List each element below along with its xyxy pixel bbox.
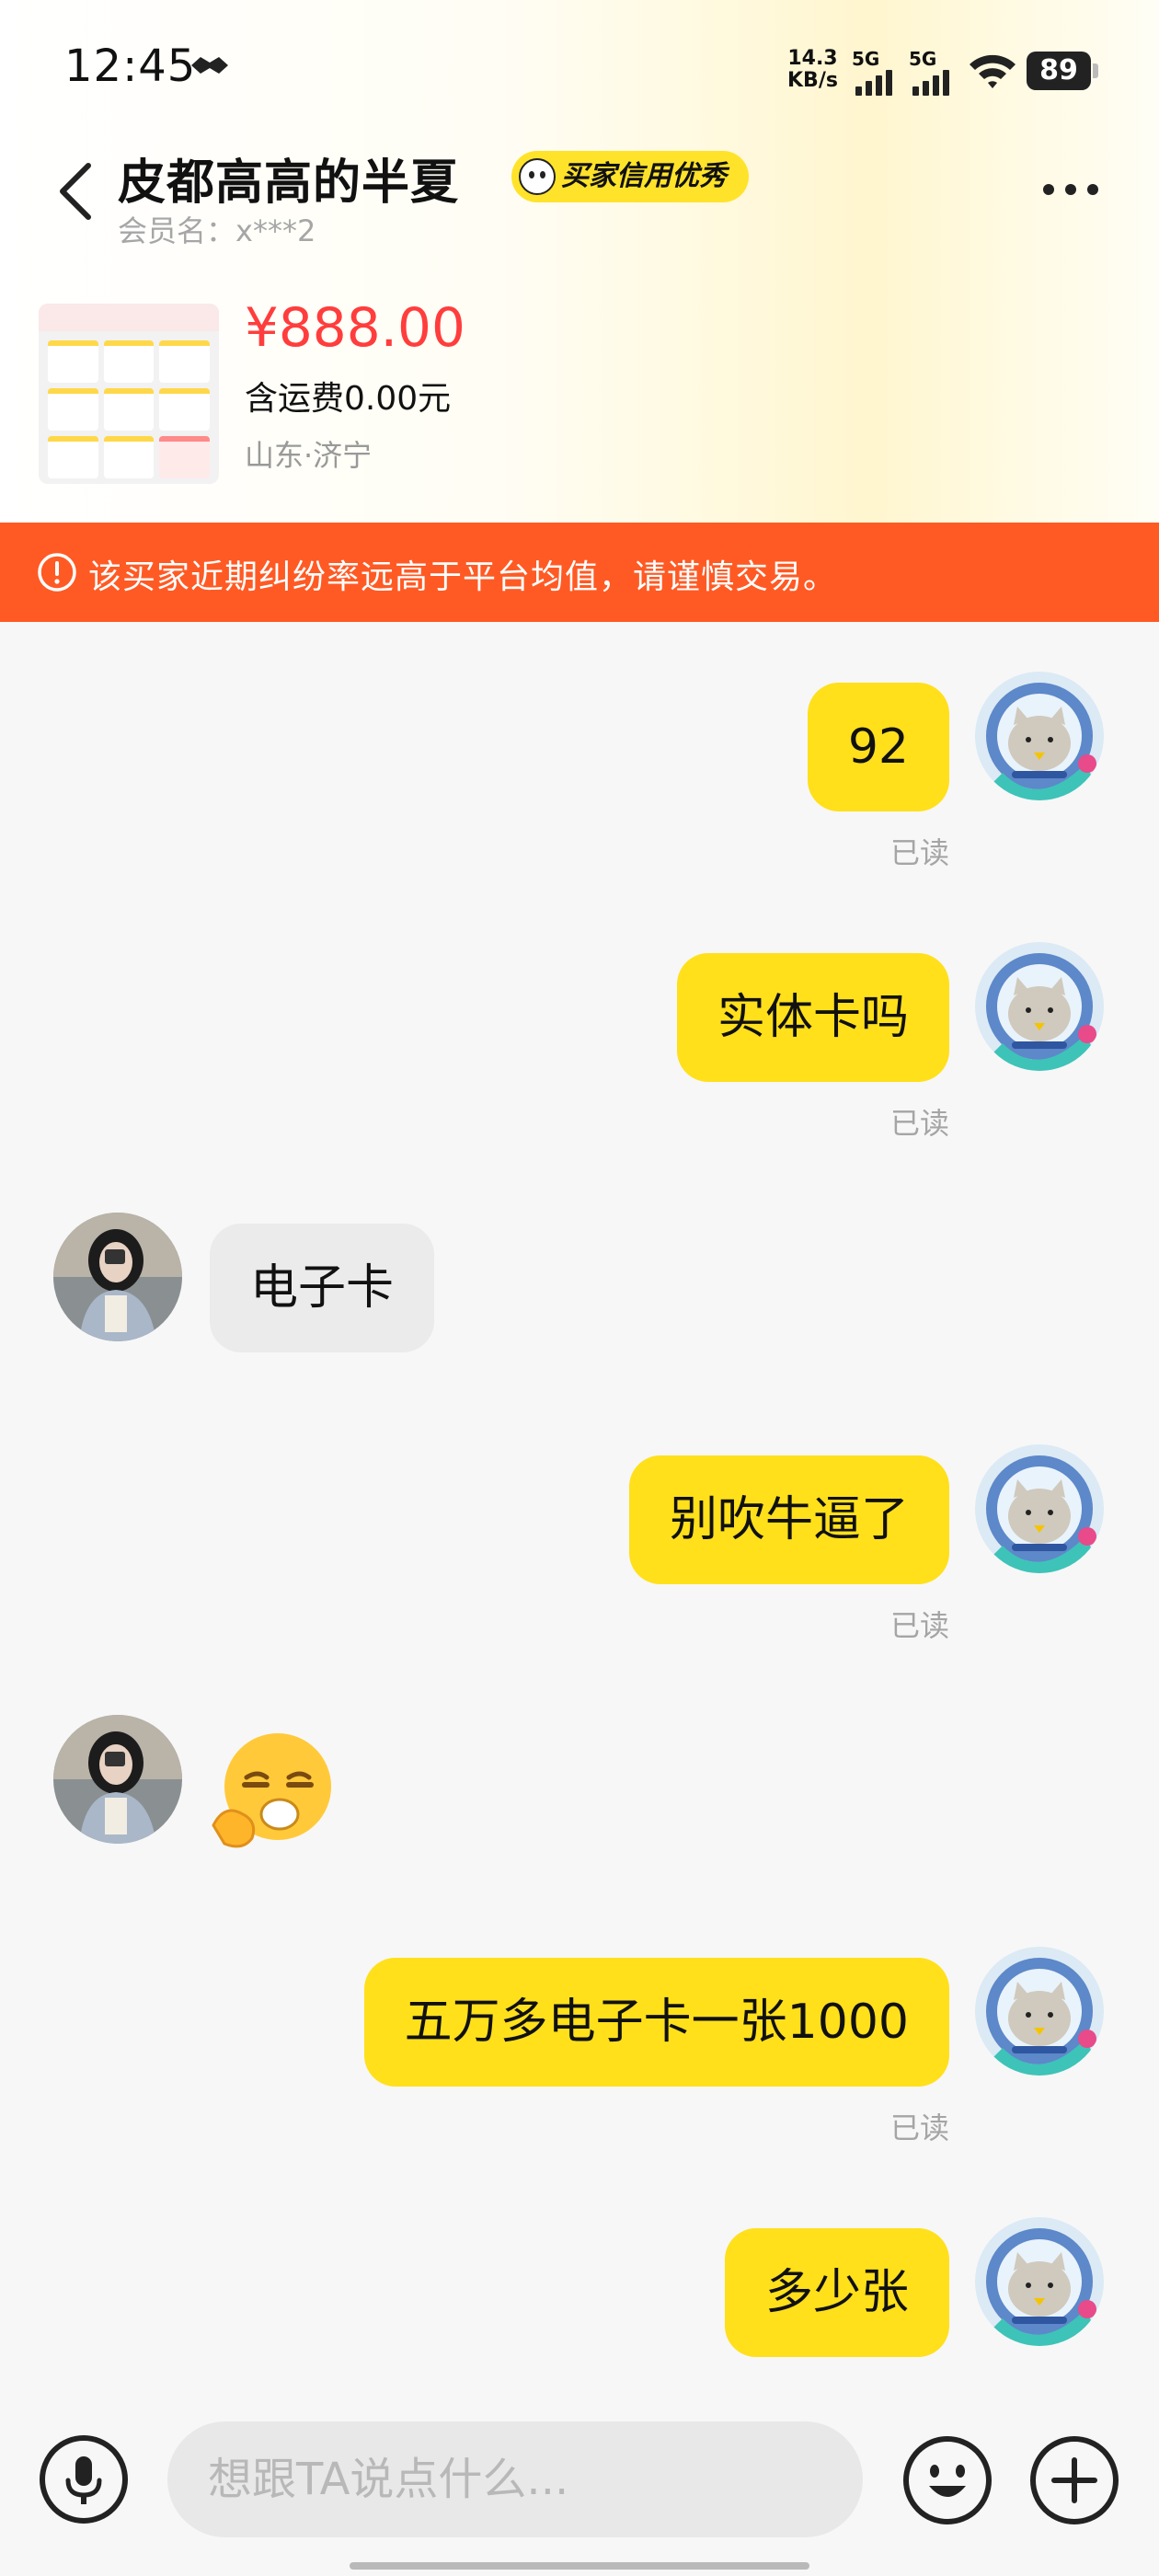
member-name: 会员名：x***2 — [118, 213, 316, 248]
plus-icon[interactable] — [1028, 2434, 1120, 2526]
alert-icon — [38, 553, 76, 592]
read-status: 已读 — [889, 2110, 949, 2145]
credit-badge[interactable]: 买家信用优秀 — [511, 151, 749, 202]
credit-badge-label: 买家信用优秀 — [561, 160, 727, 192]
wifi-icon — [970, 54, 1016, 88]
read-status: 已读 — [889, 835, 949, 870]
message-bubble-received[interactable]: 电子卡 — [210, 1224, 435, 1352]
my-avatar[interactable] — [975, 1947, 1104, 2076]
my-avatar[interactable] — [975, 672, 1104, 800]
network-speed: 14.3 KB/s — [787, 48, 838, 92]
signal-icon: 5G — [909, 48, 960, 96]
contact-avatar[interactable] — [53, 1213, 182, 1341]
read-status: 已读 — [889, 1608, 949, 1643]
signal-label: 5G — [852, 48, 880, 70]
emoji-icon[interactable] — [901, 2434, 993, 2526]
credit-face-icon — [519, 158, 556, 195]
more-options-icon[interactable] — [1043, 184, 1098, 195]
message-input[interactable]: 想跟TA说点什么... — [167, 2421, 863, 2537]
page-title: 皮都高高的半夏 — [118, 155, 460, 211]
warning-text: 该买家近期纠纷率远高于平台均值，请谨慎交易。 — [88, 558, 838, 596]
risk-warning-banner: 该买家近期纠纷率远高于平台均值，请谨慎交易。 — [0, 523, 1159, 622]
message-bubble-sent[interactable]: 别吹牛逼了 — [628, 1455, 949, 1584]
signal-label: 5G — [909, 48, 937, 70]
contact-avatar[interactable] — [53, 1715, 182, 1844]
speed-unit: KB/s — [787, 69, 838, 92]
battery-icon: 89 — [1027, 52, 1098, 90]
home-indicator — [350, 2562, 809, 2570]
smirk-emoji-icon[interactable] — [206, 1730, 342, 1853]
microphone-icon[interactable] — [39, 2434, 129, 2524]
read-status: 已读 — [889, 1106, 949, 1141]
signal-icon: 5G — [852, 48, 903, 96]
product-thumbnail[interactable] — [39, 304, 219, 484]
status-time: 12:45 — [64, 40, 197, 92]
back-arrow-icon[interactable] — [57, 162, 94, 221]
message-bubble-sent[interactable]: 五万多电子卡一张1000 — [363, 1958, 949, 2087]
my-avatar[interactable] — [975, 2217, 1104, 2346]
speed-value: 14.3 — [787, 47, 838, 70]
status-bar: 12:45 14.3 KB/s 5G 5G 89 — [0, 0, 1159, 138]
product-location: 山东·济宁 — [245, 438, 373, 473]
product-shipping: 含运费0.00元 — [245, 380, 452, 418]
my-avatar[interactable] — [975, 1444, 1104, 1573]
my-avatar[interactable] — [975, 942, 1104, 1071]
message-bubble-sent[interactable]: 多少张 — [724, 2228, 949, 2357]
product-price: ¥888.00 — [245, 296, 465, 359]
message-bubble-sent[interactable]: 实体卡吗 — [676, 953, 949, 1082]
handshake-icon — [191, 57, 228, 74]
message-bubble-sent[interactable]: 92 — [807, 683, 949, 811]
